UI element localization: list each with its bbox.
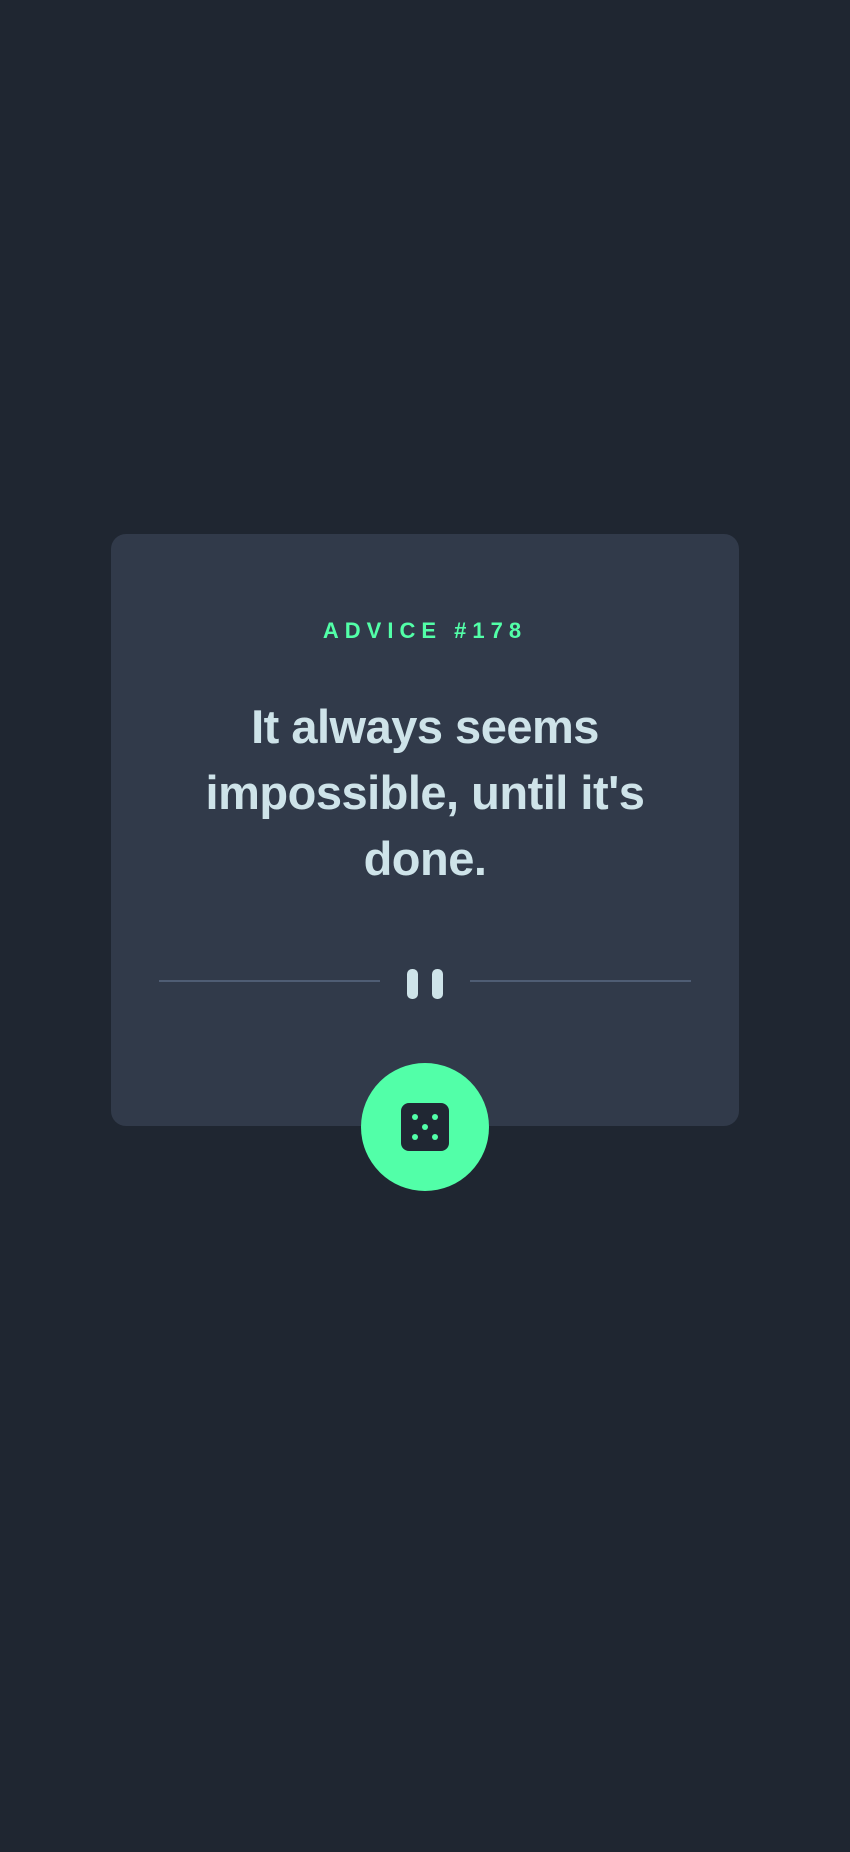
- advice-quote: It always seems impossible, until it's d…: [205, 700, 645, 885]
- divider-line-left: [159, 980, 380, 982]
- divider: [159, 969, 691, 999]
- dice-icon: [401, 1103, 449, 1151]
- pause-icon: [407, 969, 443, 999]
- divider-line-right: [470, 980, 691, 982]
- pause-bar-left: [407, 969, 418, 999]
- advice-card: ADVICE #178 It always seems impossible, …: [111, 534, 739, 1126]
- new-advice-button[interactable]: [361, 1063, 489, 1191]
- pause-bar-right: [432, 969, 443, 999]
- advice-id-label: ADVICE #178: [322, 618, 528, 643]
